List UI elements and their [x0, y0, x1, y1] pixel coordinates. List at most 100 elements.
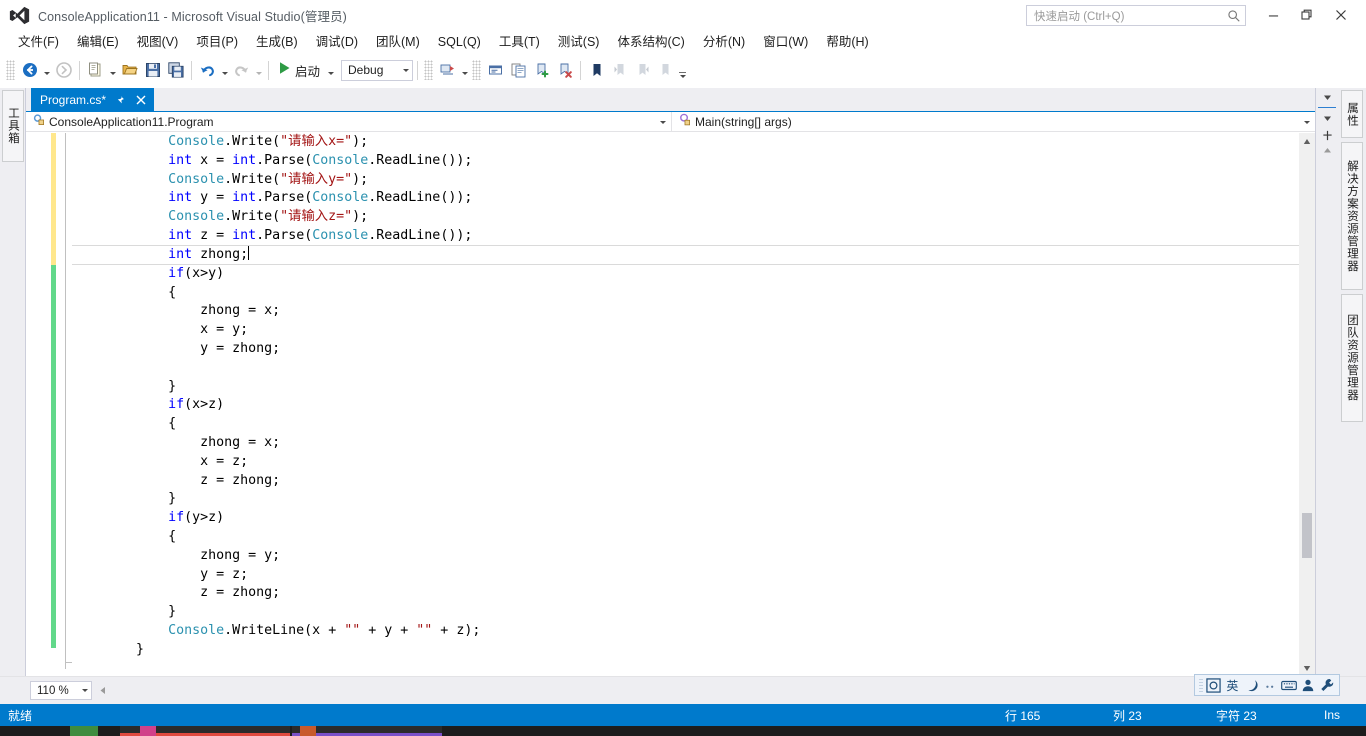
code-line[interactable]: Console.Write("请输入z="); [72, 208, 1315, 227]
selection-margin[interactable] [26, 133, 51, 676]
punctuation-icon[interactable] [1262, 676, 1278, 694]
pin-icon[interactable] [112, 93, 127, 108]
code-line[interactable]: } [72, 378, 1315, 397]
half-full-width-icon[interactable] [1243, 676, 1259, 694]
menu-debug[interactable]: 调试(D) [307, 32, 367, 52]
close-button[interactable] [1324, 2, 1358, 28]
remove-bookmark-icon[interactable] [553, 58, 576, 82]
code-line[interactable]: zhong = y; [72, 547, 1315, 566]
member-dropdown[interactable]: Main(string[] args) [672, 112, 1315, 132]
code-line[interactable]: int z = int.Parse(Console.ReadLine()); [72, 227, 1315, 246]
undo-icon[interactable] [196, 58, 219, 82]
horizontal-scroll-left-button[interactable] [95, 682, 109, 698]
solution-platforms-icon[interactable] [436, 58, 459, 82]
solution-configuration-combo[interactable]: Debug [341, 59, 414, 81]
dock-collapse-caret-2[interactable] [1320, 111, 1334, 125]
taskbar-item-5[interactable] [300, 726, 316, 736]
type-dropdown[interactable]: ConsoleApplication11.Program [26, 112, 672, 132]
navigate-backward-icon[interactable] [18, 58, 41, 82]
menu-tools[interactable]: 工具(T) [490, 32, 549, 52]
vertical-tab-toolbox[interactable]: 工具箱 [2, 90, 24, 162]
undo-dropdown[interactable] [219, 58, 230, 82]
code-line[interactable] [72, 359, 1315, 378]
chevron-down-icon[interactable] [656, 120, 669, 124]
code-line[interactable]: if(y>z) [72, 509, 1315, 528]
code-line[interactable]: zhong = x; [72, 302, 1315, 321]
menu-project[interactable]: 项目(P) [187, 32, 247, 52]
toolbar-grip-3[interactable] [472, 60, 482, 80]
ime-bar-grip[interactable] [1199, 678, 1203, 692]
menu-file[interactable]: 文件(F) [9, 32, 68, 52]
open-file-icon[interactable] [118, 58, 141, 82]
navigate-backward-dropdown[interactable] [41, 58, 52, 82]
code-line[interactable]: int x = int.Parse(Console.ReadLine()); [72, 152, 1315, 171]
code-editor[interactable]: Console.Write("请输入x="); int x = int.Pars… [26, 133, 1315, 676]
menu-window[interactable]: 窗口(W) [754, 32, 817, 52]
code-line[interactable]: Console.WriteLine(x + "" + y + "" + z); [72, 622, 1315, 641]
ime-settings-icon[interactable] [1319, 676, 1335, 694]
quick-launch-input[interactable]: 快速启动 (Ctrl+Q) [1026, 5, 1246, 26]
code-line[interactable]: z = zhong; [72, 472, 1315, 491]
code-line[interactable]: } [72, 641, 1315, 660]
next-bookmark-icon[interactable] [631, 58, 654, 82]
menu-view[interactable]: 视图(V) [128, 32, 188, 52]
code-line[interactable]: int zhong; [72, 244, 1315, 265]
code-line[interactable]: Console.Write("请输入x="); [72, 133, 1315, 152]
code-line[interactable]: x = z; [72, 453, 1315, 472]
previous-bookmark-icon[interactable] [608, 58, 631, 82]
minimize-button[interactable] [1256, 2, 1290, 28]
code-line[interactable]: if(x>z) [72, 396, 1315, 415]
chevron-down-icon[interactable] [1300, 120, 1313, 124]
document-tab-program-cs[interactable]: Program.cs* [31, 88, 155, 112]
start-debug-dropdown[interactable] [325, 58, 336, 82]
editor-vertical-scrollbar[interactable] [1299, 133, 1315, 676]
scrollbar-thumb[interactable] [1302, 513, 1312, 558]
vertical-tab-properties[interactable]: 属性 [1341, 90, 1363, 138]
clear-bookmarks-icon[interactable] [654, 58, 677, 82]
code-line[interactable]: { [72, 528, 1315, 547]
user-dictionary-icon[interactable] [1300, 676, 1316, 694]
code-line[interactable]: y = zhong; [72, 340, 1315, 359]
comment-icon[interactable] [507, 58, 530, 82]
code-line[interactable]: x = y; [72, 321, 1315, 340]
find-in-files-icon[interactable] [484, 58, 507, 82]
ime-mode-icon[interactable] [1206, 676, 1222, 694]
save-icon[interactable] [141, 58, 164, 82]
scroll-up-button[interactable] [1299, 133, 1315, 149]
taskbar-item-3[interactable] [140, 726, 156, 736]
new-project-dropdown[interactable] [107, 58, 118, 82]
toggle-bookmark-icon[interactable] [585, 58, 608, 82]
vertical-tab-solution-explorer[interactable]: 解决方案资源管理器 [1341, 142, 1363, 290]
code-line[interactable]: Console.Write("请输入y="); [72, 171, 1315, 190]
solution-platforms-dropdown[interactable] [459, 58, 470, 82]
menu-team[interactable]: 团队(M) [367, 32, 429, 52]
menu-help[interactable]: 帮助(H) [817, 32, 877, 52]
redo-dropdown[interactable] [253, 58, 264, 82]
menu-build[interactable]: 生成(B) [247, 32, 307, 52]
toolbar-grip[interactable] [6, 60, 15, 80]
code-line[interactable]: zhong = x; [72, 434, 1315, 453]
code-line[interactable]: { [72, 415, 1315, 434]
menu-test[interactable]: 测试(S) [549, 32, 609, 52]
save-all-icon[interactable] [164, 58, 187, 82]
soft-keyboard-icon[interactable] [1281, 676, 1298, 694]
dock-expand-caret[interactable] [1320, 143, 1334, 157]
maximize-restore-button[interactable] [1290, 2, 1324, 28]
code-line[interactable]: } [72, 490, 1315, 509]
code-line[interactable]: y = z; [72, 566, 1315, 585]
code-line[interactable]: z = zhong; [72, 584, 1315, 603]
vertical-tab-team-explorer[interactable]: 团队资源管理器 [1341, 294, 1363, 422]
zoom-level-combo[interactable]: 110 % [30, 681, 92, 700]
close-icon[interactable] [133, 93, 148, 108]
outlining-margin[interactable] [58, 133, 72, 676]
redo-icon[interactable] [230, 58, 253, 82]
code-text[interactable]: Console.Write("请输入x="); int x = int.Pars… [72, 133, 1315, 676]
new-project-icon[interactable] [84, 58, 107, 82]
dock-collapse-caret-1[interactable] [1320, 90, 1334, 104]
add-bookmark-icon[interactable] [530, 58, 553, 82]
navigate-forward-icon[interactable] [52, 58, 75, 82]
menu-architecture[interactable]: 体系结构(C) [608, 32, 693, 52]
code-line[interactable]: { [72, 284, 1315, 303]
chinese-english-toggle-icon[interactable]: 英 [1224, 676, 1240, 694]
toolbar-options-icon[interactable] [677, 58, 688, 82]
